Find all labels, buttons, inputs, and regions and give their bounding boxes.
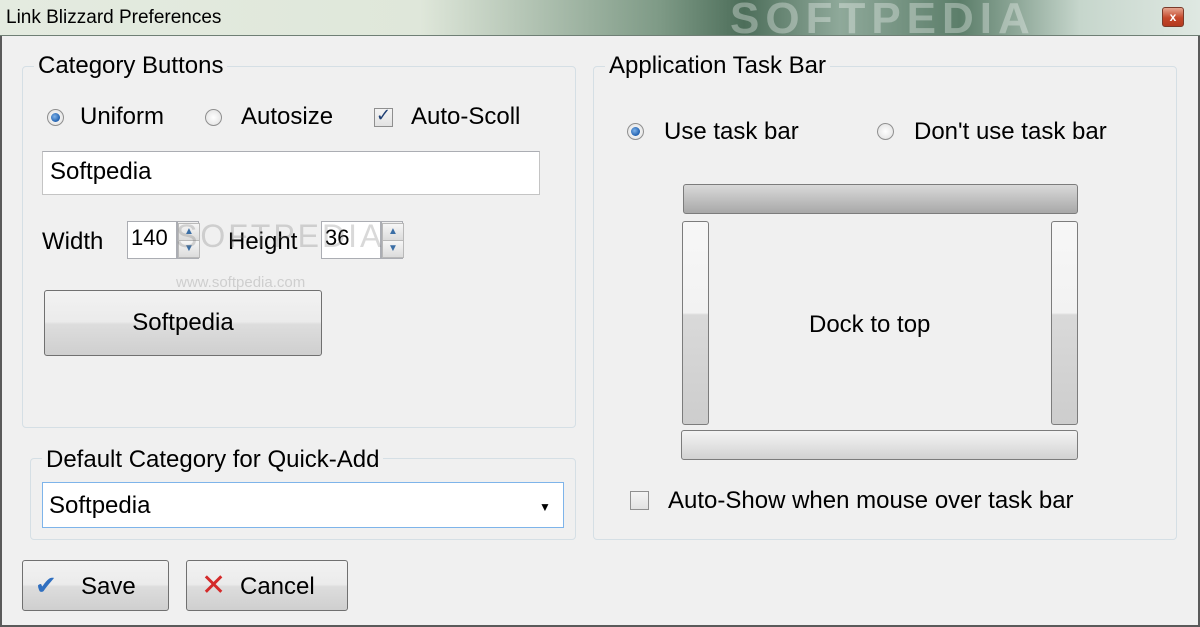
uniform-radio[interactable] [47,109,64,126]
auto-scroll-checkbox[interactable]: ✓ [374,105,393,127]
auto-show-label[interactable]: Auto-Show when mouse over task bar [668,487,1074,515]
category-buttons-legend: Category Buttons [34,52,228,80]
watermark-url: www.softpedia.com [176,274,306,291]
quick-add-dropdown[interactable]: Softpedia ▼ [42,482,564,528]
autosize-label[interactable]: Autosize [241,103,333,131]
height-up-arrow-icon[interactable]: ▲ [382,223,404,241]
use-task-bar-label[interactable]: Use task bar [664,118,799,146]
window-title: Link Blizzard Preferences [6,7,222,28]
width-spinner-value[interactable]: 140 [127,221,177,259]
dock-bottom-bar[interactable] [681,430,1078,460]
auto-scroll-label[interactable]: Auto-Scoll [411,103,520,131]
dock-left-bar[interactable] [682,221,709,425]
checkmark-icon: ✔ [35,570,57,600]
category-name-input[interactable]: Softpedia [42,151,540,195]
save-label: Save [81,573,136,600]
checkmark-icon: ✓ [376,105,392,125]
quick-add-selected-value: Softpedia [49,492,151,519]
task-bar-legend: Application Task Bar [605,52,831,80]
close-icon: x [1169,10,1177,24]
title-bar: SOFTPEDIA Link Blizzard Preferences x [0,0,1200,43]
chevron-down-icon[interactable]: ▼ [539,500,551,514]
dock-position-label: Dock to top [809,311,931,338]
close-button[interactable]: x [1162,7,1184,27]
cancel-label: Cancel [240,573,315,600]
use-task-bar-radio[interactable] [627,123,644,140]
save-button[interactable]: ✔ Save [22,560,169,611]
uniform-label[interactable]: Uniform [80,103,164,131]
autosize-radio[interactable] [205,109,222,126]
dock-top-bar[interactable] [683,184,1078,214]
x-icon: ✕ [201,569,227,602]
dont-use-task-bar-radio[interactable] [877,123,894,140]
width-label: Width [42,228,104,255]
dock-right-bar[interactable] [1051,221,1078,425]
height-down-arrow-icon[interactable]: ▼ [382,240,404,258]
watermark: SOFTPEDIA [176,218,385,254]
quick-add-legend: Default Category for Quick-Add [42,446,384,474]
category-preview-button[interactable]: Softpedia [44,290,322,356]
auto-show-checkbox[interactable] [630,491,649,510]
cancel-button[interactable]: ✕ Cancel [186,560,348,611]
dont-use-task-bar-label[interactable]: Don't use task bar [914,118,1107,146]
